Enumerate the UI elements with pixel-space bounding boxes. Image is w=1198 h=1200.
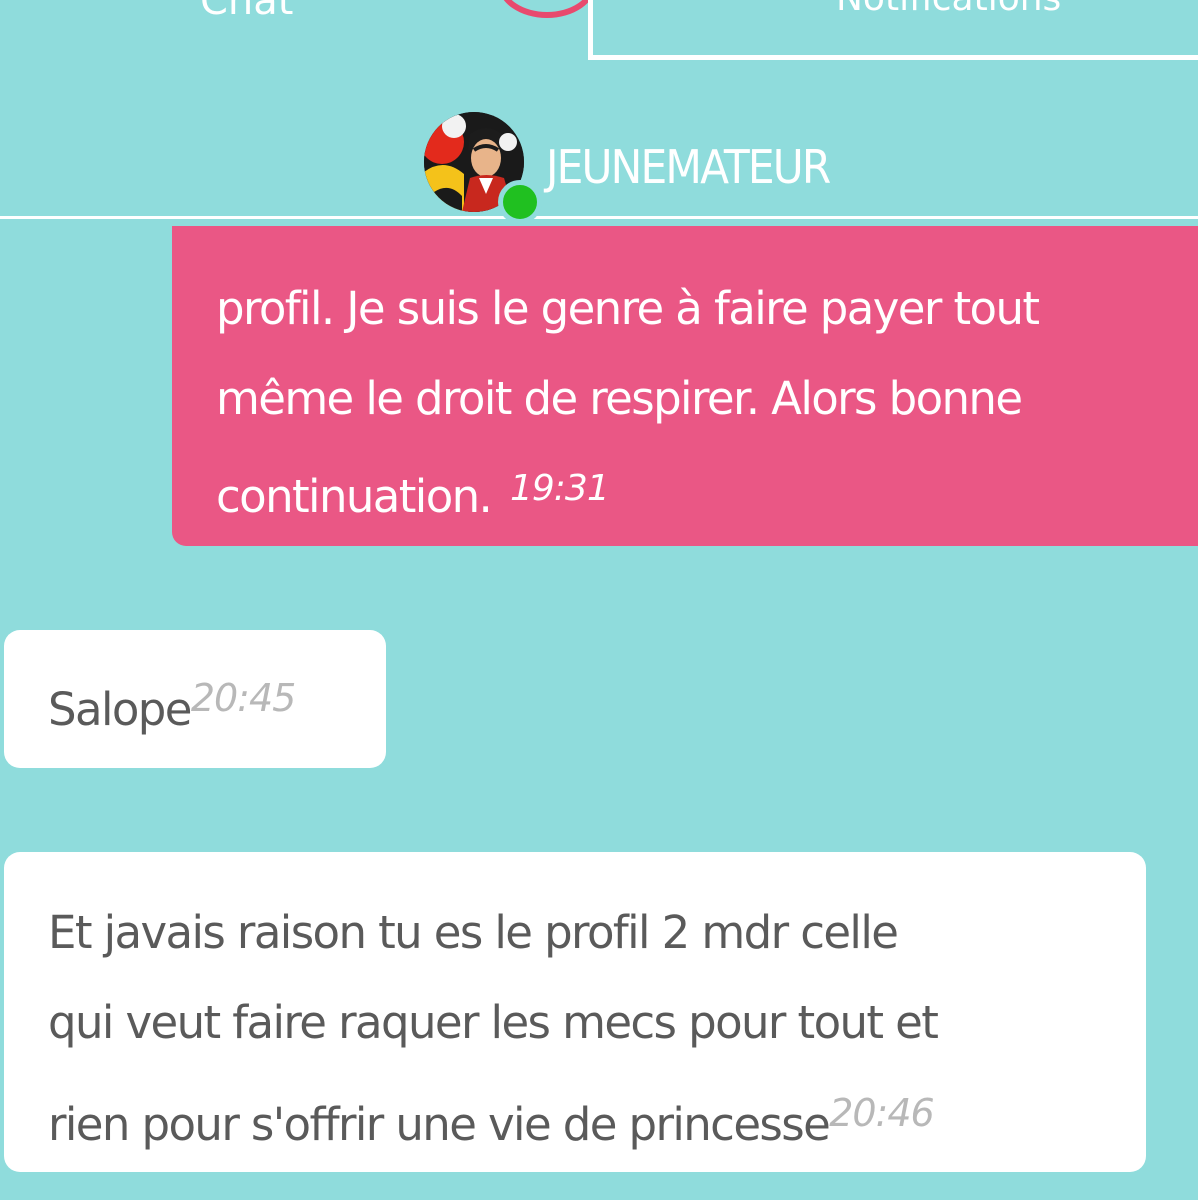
message-timestamp: 20:46	[829, 1091, 935, 1135]
new-chat-button[interactable]	[498, 0, 596, 18]
message-text-line: Et javais raison tu es le profil 2 mdr c…	[48, 906, 899, 959]
header-divider	[0, 216, 1198, 219]
message-text-line: même le droit de respirer. Alors bonne	[216, 372, 1023, 425]
message-last-line: Salope20:45	[48, 666, 386, 742]
message-timestamp: 19:31	[509, 468, 610, 509]
chat-username[interactable]: JEUNEMATEUR	[546, 140, 831, 194]
message-timestamp: 20:45	[190, 676, 297, 720]
tab-notifications[interactable]: Notifications	[836, 0, 1061, 19]
tab-chat[interactable]: Chat	[200, 0, 293, 24]
message-text-line: rien pour s'offrir une vie de princesse	[48, 1098, 831, 1151]
message-bubble-incoming[interactable]: Et javais raison tu es le profil 2 mdr c…	[4, 852, 1146, 1172]
message-last-line: rien pour s'offrir une vie de princesse2…	[48, 1068, 1146, 1170]
online-status-indicator	[498, 180, 542, 224]
message-text-line: continuation.	[216, 470, 493, 523]
top-tab-bar: Chat Notifications	[0, 0, 1198, 70]
message-text-line: profil. Je suis le genre à faire payer t…	[216, 282, 1040, 335]
message-bubble-incoming[interactable]: Salope20:45	[4, 630, 386, 768]
message-bubble-outgoing[interactable]: profil. Je suis le genre à faire payer t…	[172, 226, 1198, 546]
message-text-line: Salope	[48, 683, 192, 736]
message-last-line: continuation. 19:31	[216, 444, 1198, 542]
message-text-line: qui veut faire raquer les mecs pour tout…	[48, 996, 939, 1049]
